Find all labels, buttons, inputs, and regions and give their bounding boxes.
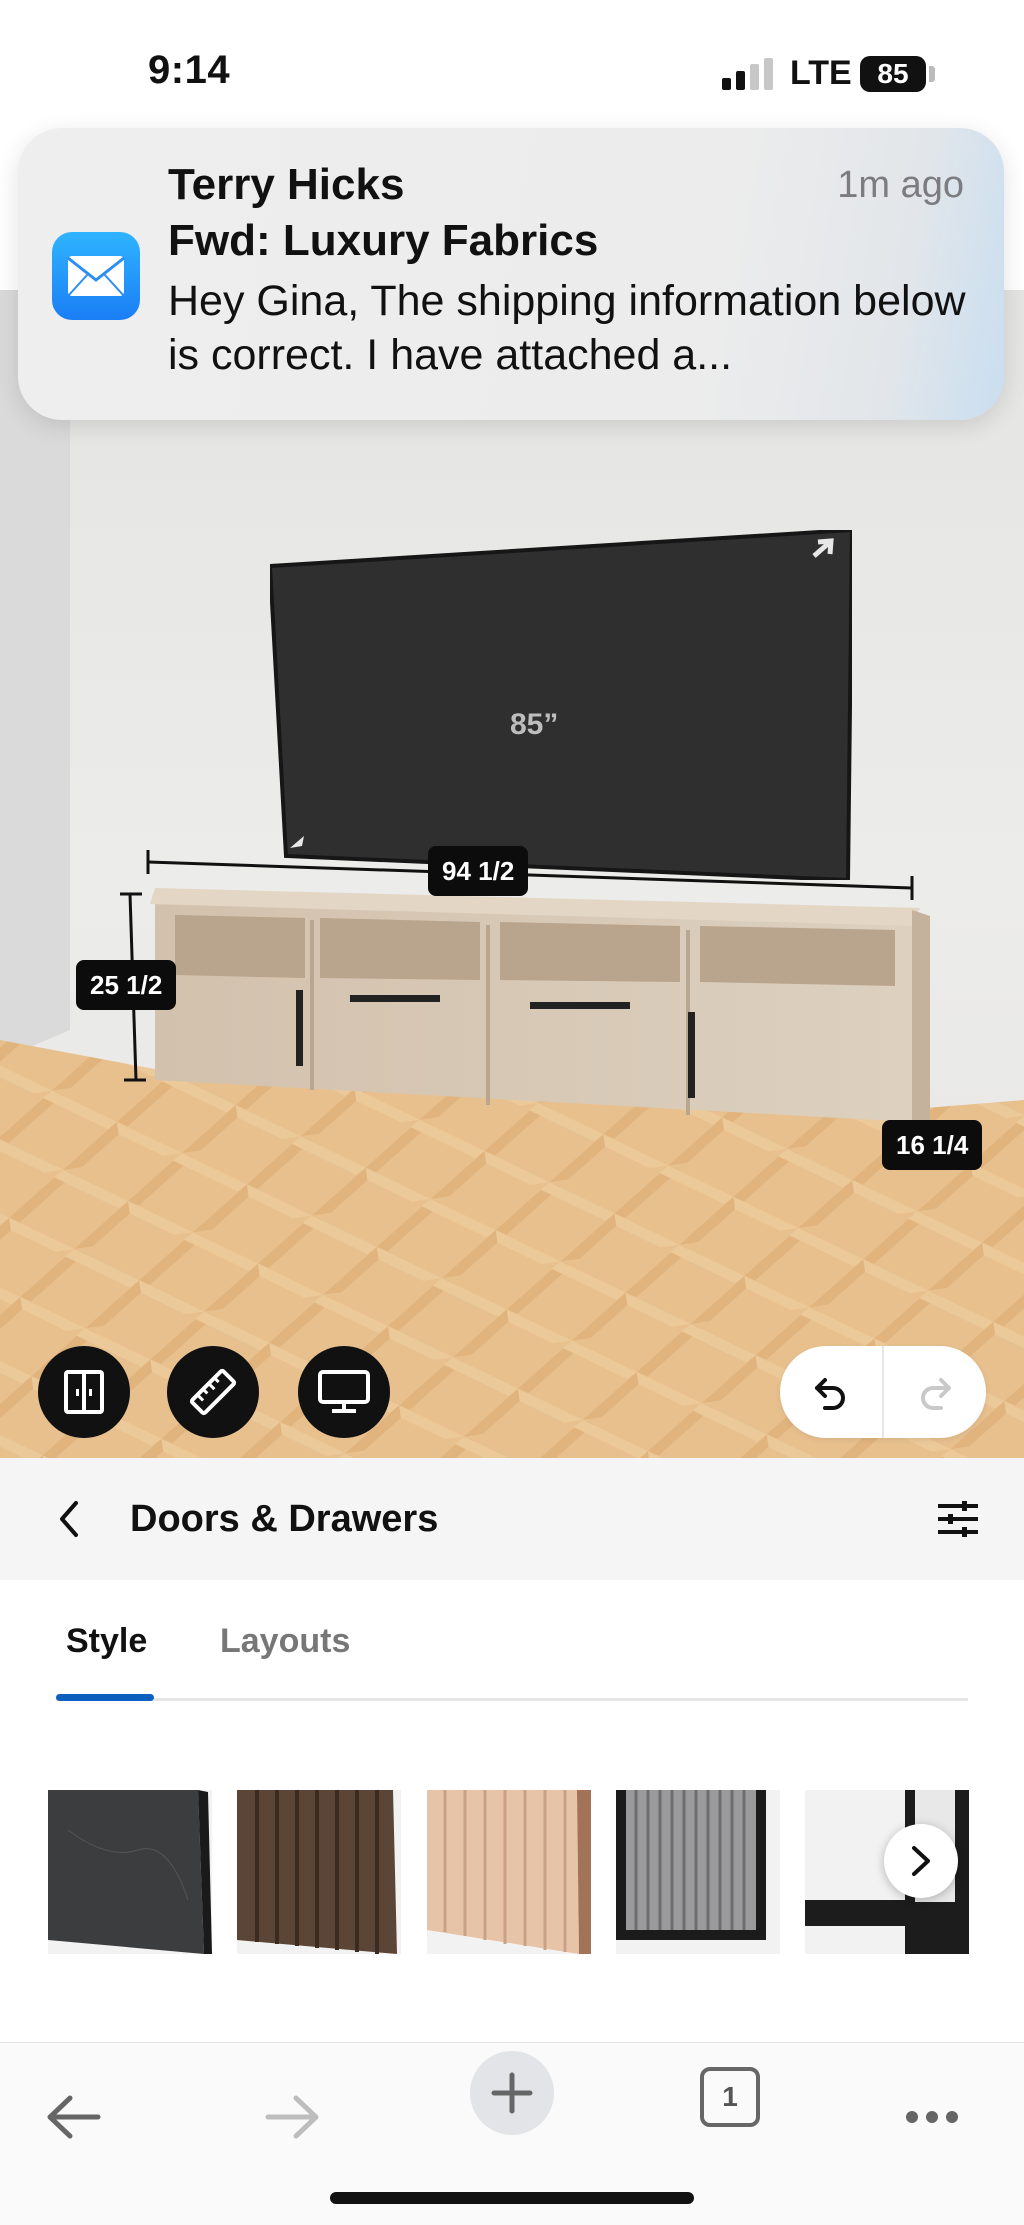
tab-style[interactable]: Style bbox=[66, 1622, 147, 1661]
width-dimension-badge: 94 1/2 bbox=[428, 846, 529, 896]
mail-notification-banner[interactable]: Terry Hicks 1m ago Fwd: Luxury Fabrics H… bbox=[18, 128, 1004, 420]
height-dimension-badge: 25 1/2 bbox=[76, 960, 177, 1010]
browser-forward-button[interactable] bbox=[252, 2077, 332, 2157]
style-tabs: Style Layouts bbox=[0, 1580, 1024, 1701]
tab-count-button[interactable]: 1 bbox=[700, 2067, 760, 2127]
notification-body: Hey Gina, The shipping information below… bbox=[168, 277, 966, 379]
more-horizontal-icon bbox=[906, 2111, 958, 2123]
tv-tool-button[interactable] bbox=[298, 1346, 390, 1438]
redo-button[interactable] bbox=[884, 1346, 986, 1438]
measure-tool-button[interactable] bbox=[167, 1346, 259, 1438]
tab-track bbox=[56, 1698, 968, 1701]
redo-icon bbox=[921, 1378, 951, 1410]
browser-back-button[interactable] bbox=[34, 2077, 114, 2157]
status-time: 9:14 bbox=[148, 48, 231, 92]
signal-icon bbox=[722, 58, 773, 90]
ruler-icon bbox=[189, 1368, 237, 1416]
swatch-light-oak-slat[interactable] bbox=[427, 1790, 591, 1954]
arrow-left-icon bbox=[47, 2095, 101, 2139]
network-type: LTE bbox=[790, 54, 852, 92]
home-indicator bbox=[330, 2192, 694, 2204]
swatch-walnut-slat[interactable] bbox=[237, 1790, 401, 1954]
undo-icon bbox=[815, 1378, 845, 1410]
undo-button[interactable] bbox=[780, 1346, 882, 1438]
finish-swatch-row bbox=[0, 1790, 1024, 1954]
panel-header: Doors & Drawers bbox=[0, 1458, 1024, 1580]
swatch-dark-marble[interactable] bbox=[48, 1790, 212, 1954]
chevron-left-icon bbox=[60, 1501, 78, 1537]
notification-time: 1m ago bbox=[837, 164, 964, 206]
tab-layouts[interactable]: Layouts bbox=[220, 1622, 350, 1661]
arrow-right-icon bbox=[265, 2095, 319, 2139]
new-tab-button[interactable] bbox=[470, 2051, 554, 2135]
depth-dimension-badge: 16 1/4 bbox=[882, 1120, 983, 1170]
monitor-icon bbox=[318, 1370, 370, 1413]
app-screen: 9:14 LTE 85 85” 94 1/2 25 1/2 16 1/4 Ter… bbox=[0, 0, 1024, 2225]
notification-subject: Fwd: Luxury Fabrics bbox=[168, 216, 599, 265]
chevron-right-icon bbox=[912, 1846, 930, 1876]
battery-tip bbox=[929, 66, 935, 82]
swatch-grey-reeded-glass[interactable] bbox=[616, 1790, 780, 1954]
plus-icon bbox=[491, 2072, 533, 2114]
more-options-button[interactable] bbox=[892, 2077, 972, 2157]
swatch-next-button[interactable] bbox=[884, 1824, 958, 1898]
sliders-icon bbox=[938, 1501, 978, 1537]
tab-active-indicator bbox=[56, 1694, 154, 1701]
room-3d-viewport[interactable]: 85” 94 1/2 25 1/2 16 1/4 bbox=[0, 290, 1024, 1458]
mail-icon bbox=[52, 232, 140, 320]
back-button[interactable] bbox=[44, 1494, 94, 1544]
tv-size-label: 85” bbox=[510, 708, 559, 741]
panel-title: Doors & Drawers bbox=[130, 1498, 439, 1540]
door-panel-icon bbox=[64, 1370, 104, 1414]
filter-button[interactable] bbox=[930, 1494, 986, 1544]
notification-sender: Terry Hicks bbox=[168, 160, 405, 209]
undo-redo-group bbox=[780, 1346, 986, 1438]
door-panel-tool-button[interactable] bbox=[38, 1346, 130, 1438]
battery-indicator: 85 bbox=[860, 56, 926, 92]
